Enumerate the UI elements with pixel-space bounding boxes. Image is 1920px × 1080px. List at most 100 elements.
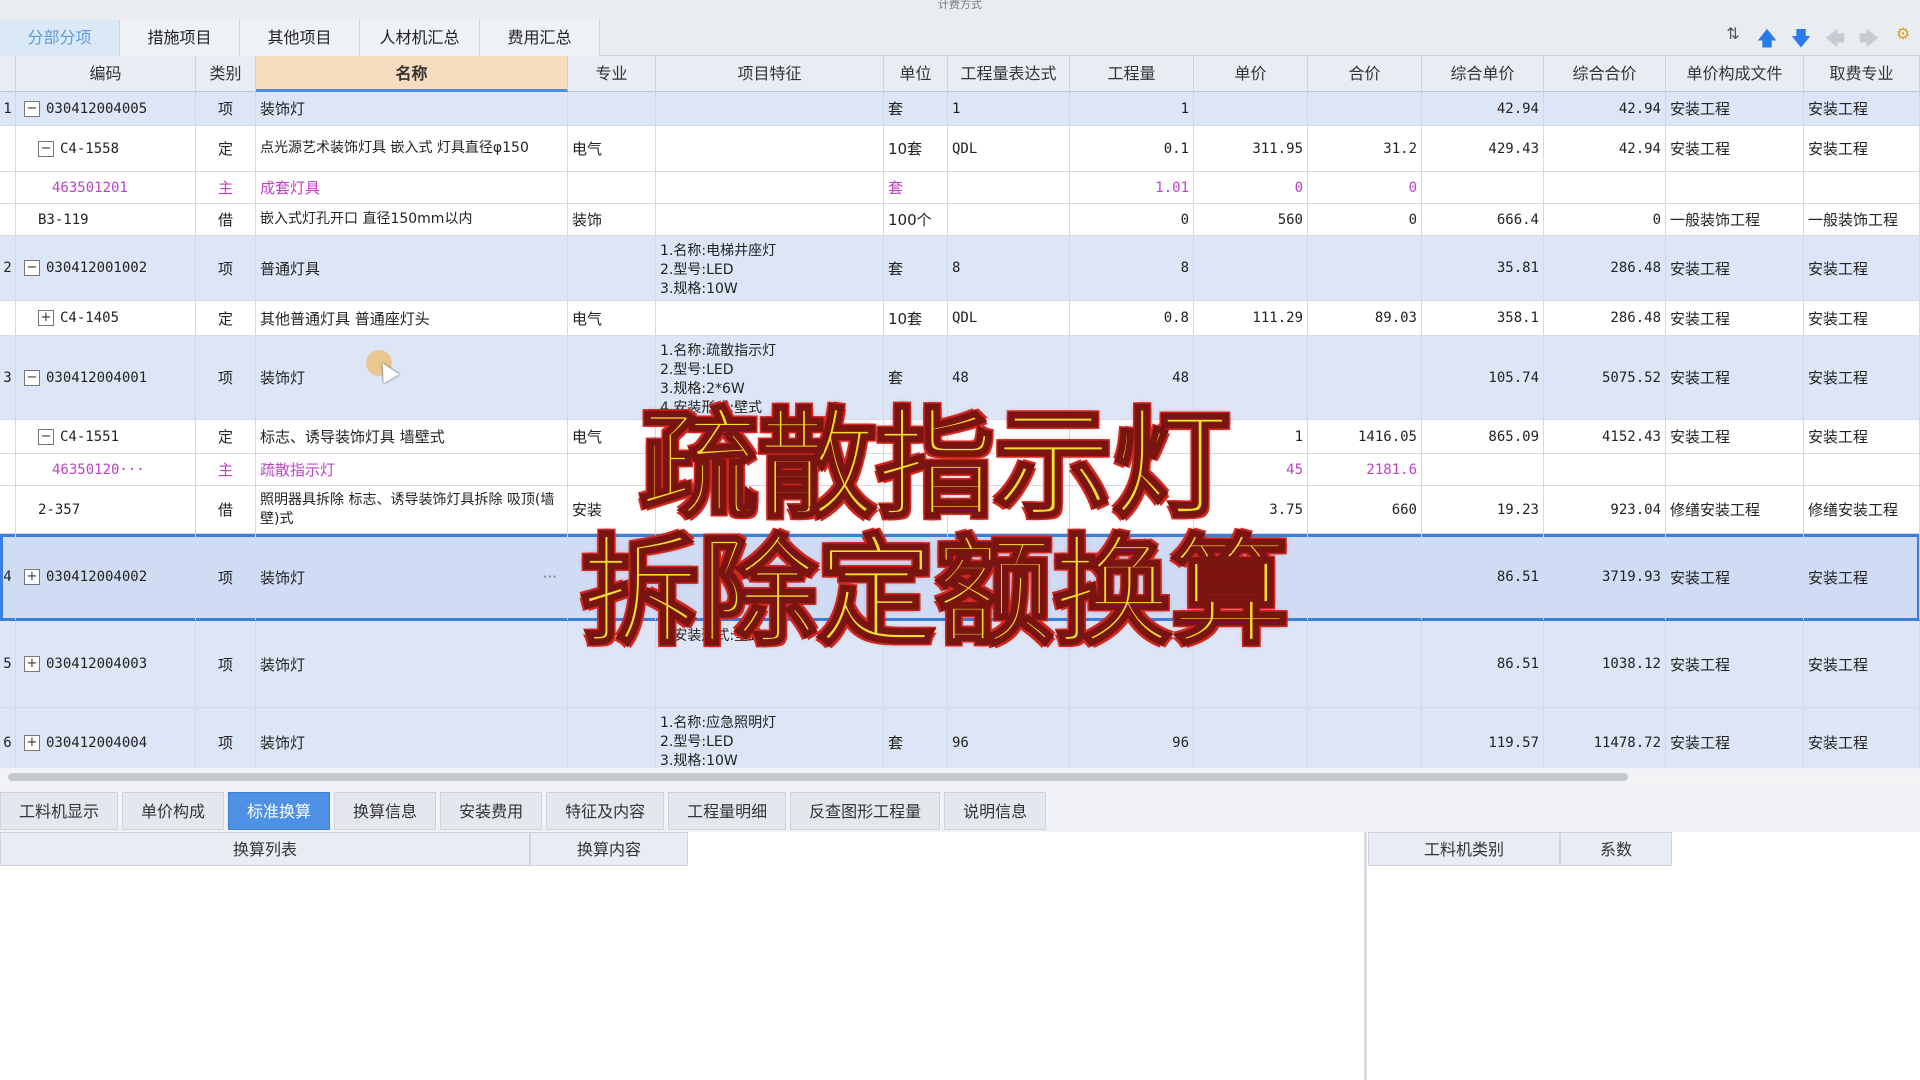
tab-cuoshi[interactable]: 措施项目 xyxy=(120,20,240,56)
qty-cell[interactable]: 0 xyxy=(1070,204,1194,235)
type-cell[interactable]: 项 xyxy=(196,236,256,300)
move-down-icon[interactable]: 🡇 xyxy=(1790,24,1812,58)
fee-cell[interactable] xyxy=(1804,454,1920,485)
unit-price-cell[interactable]: 86.51 xyxy=(1422,534,1544,620)
fee-cell[interactable] xyxy=(1804,172,1920,203)
table-row[interactable]: − C4-1558 定点光源艺术装饰灯具 嵌入式 灯具直径φ150 电气 10套 QDL 0… xyxy=(0,126,1920,172)
price-cell[interactable]: 560 xyxy=(1194,204,1308,235)
tab-gongliaoji[interactable]: 工料机显示 xyxy=(0,792,119,830)
file-cell[interactable]: 安装工程 xyxy=(1666,420,1804,453)
price-cell[interactable] xyxy=(1194,708,1308,768)
unit-cell[interactable]: 10套 xyxy=(884,126,948,171)
unit-price-cell[interactable] xyxy=(1422,454,1544,485)
fee-cell[interactable]: 修缮安装工程 xyxy=(1804,486,1920,533)
major-cell[interactable]: 电气 xyxy=(568,301,656,335)
unit-total-cell[interactable]: 42.94 xyxy=(1544,126,1666,171)
tab-qita[interactable]: 其他项目 xyxy=(240,20,360,56)
major-cell[interactable] xyxy=(568,172,656,203)
type-cell[interactable]: 项 xyxy=(196,708,256,768)
tab-fenbu[interactable]: 分部分项 xyxy=(0,20,120,56)
tab-gongchengliang-mingxi[interactable]: 工程量明细 xyxy=(668,792,787,830)
back-icon[interactable]: 🡄 xyxy=(1824,24,1846,58)
expr-cell[interactable]: 96 xyxy=(948,708,1070,768)
unit-total-cell[interactable]: 286.48 xyxy=(1544,301,1666,335)
price-cell[interactable] xyxy=(1194,236,1308,300)
column-header-expr[interactable]: 工程量表达式 xyxy=(948,56,1070,92)
total-cell[interactable]: 0 xyxy=(1308,172,1422,203)
name-cell[interactable]: 成套灯具 xyxy=(256,172,568,203)
total-cell[interactable] xyxy=(1308,92,1422,125)
feature-cell[interactable]: 1.名称:电梯井座灯 2.型号:LED 3.规格:10W xyxy=(656,236,884,300)
total-cell[interactable] xyxy=(1308,708,1422,768)
scrollbar-thumb[interactable] xyxy=(8,773,1628,781)
type-cell[interactable]: 项 xyxy=(196,336,256,419)
expr-cell[interactable]: QDL xyxy=(948,126,1070,171)
column-header-name[interactable]: 名称 xyxy=(256,56,568,92)
fee-cell[interactable]: 安装工程 xyxy=(1804,534,1920,620)
unit-price-cell[interactable]: 119.57 xyxy=(1422,708,1544,768)
code-cell[interactable]: − C4-1551 xyxy=(16,420,196,453)
panel-divider[interactable] xyxy=(1364,832,1367,1080)
table-row[interactable]: 463501201 主成套灯具套 1.01 0 0 xyxy=(0,172,1920,204)
unit-total-cell[interactable]: 0 xyxy=(1544,204,1666,235)
file-cell[interactable]: 修缮安装工程 xyxy=(1666,486,1804,533)
major-cell[interactable] xyxy=(568,92,656,125)
file-cell[interactable]: 一般装饰工程 xyxy=(1666,204,1804,235)
unit-price-cell[interactable]: 429.43 xyxy=(1422,126,1544,171)
qty-cell[interactable]: 0.1 xyxy=(1070,126,1194,171)
qty-cell[interactable]: 1.01 xyxy=(1070,172,1194,203)
unit-total-cell[interactable]: 3719.93 xyxy=(1544,534,1666,620)
unit-cell[interactable]: 套 xyxy=(884,708,948,768)
column-header-price[interactable]: 单价 xyxy=(1194,56,1308,92)
code-cell[interactable]: 46350120··· xyxy=(16,454,196,485)
collapse-icon[interactable]: − xyxy=(24,100,40,117)
column-header-file[interactable]: 单价构成文件 xyxy=(1666,56,1804,92)
unit-cell[interactable]: 套 xyxy=(884,92,948,125)
table-row[interactable]: + C4-1405 定其他普通灯具 普通座灯头 电气 10套 QDL 0.8 111.29 89… xyxy=(0,301,1920,336)
unit-price-cell[interactable]: 86.51 xyxy=(1422,621,1544,707)
table-row[interactable]: B3-119 借嵌入式灯孔开口 直径150mm以内 装饰 100个 0 560 0 666.4… xyxy=(0,204,1920,236)
name-cell[interactable]: 装饰灯 xyxy=(256,708,568,768)
file-cell[interactable]: 安装工程 xyxy=(1666,534,1804,620)
type-cell[interactable]: 借 xyxy=(196,486,256,533)
type-cell[interactable]: 项 xyxy=(196,92,256,125)
unit-total-cell[interactable]: 923.04 xyxy=(1544,486,1666,533)
fee-cell[interactable]: 安装工程 xyxy=(1804,708,1920,768)
expand-icon[interactable]: + xyxy=(24,734,40,751)
column-header-major[interactable]: 专业 xyxy=(568,56,656,92)
sort-icon[interactable]: ⇅ xyxy=(1722,24,1744,58)
unit-total-cell[interactable]: 286.48 xyxy=(1544,236,1666,300)
unit-cell[interactable]: 100个 xyxy=(884,204,948,235)
tab-rencaiji[interactable]: 人材机汇总 xyxy=(360,20,480,56)
column-header-total[interactable]: 合价 xyxy=(1308,56,1422,92)
code-cell[interactable]: −030412001002 xyxy=(16,236,196,300)
qty-cell[interactable]: 1 xyxy=(1070,92,1194,125)
file-cell[interactable]: 安装工程 xyxy=(1666,236,1804,300)
collapse-icon[interactable]: − xyxy=(24,260,40,276)
fee-cell[interactable]: 安装工程 xyxy=(1804,420,1920,453)
type-cell[interactable]: 定 xyxy=(196,420,256,453)
table-row[interactable]: 6 +030412004004 项装饰灯 1.名称:应急照明灯 2.型号:LED 3.… xyxy=(0,708,1920,768)
fee-cell[interactable]: 安装工程 xyxy=(1804,621,1920,707)
fee-cell[interactable]: 安装工程 xyxy=(1804,236,1920,300)
total-cell[interactable]: 0 xyxy=(1308,204,1422,235)
column-header-unit-price[interactable]: 综合单价 xyxy=(1422,56,1544,92)
column-header-unit[interactable]: 单位 xyxy=(884,56,948,92)
file-cell[interactable] xyxy=(1666,172,1804,203)
unit-total-cell[interactable]: 42.94 xyxy=(1544,92,1666,125)
name-cell[interactable]: 装饰灯 xyxy=(256,92,568,125)
unit-price-cell[interactable]: 19.23 xyxy=(1422,486,1544,533)
column-header-code[interactable]: 编码 xyxy=(16,56,196,92)
unit-cell[interactable]: 10套 xyxy=(884,301,948,335)
price-cell[interactable]: 111.29 xyxy=(1194,301,1308,335)
code-cell[interactable]: B3-119 xyxy=(16,204,196,235)
move-up-icon[interactable]: 🡅 xyxy=(1756,24,1778,58)
settings-icon[interactable]: ⚙ xyxy=(1892,24,1914,58)
major-cell[interactable]: 电气 xyxy=(568,126,656,171)
horizontal-scrollbar[interactable] xyxy=(0,770,1920,784)
name-cell[interactable]: 普通灯具 xyxy=(256,236,568,300)
name-cell[interactable]: 点光源艺术装饰灯具 嵌入式 灯具直径φ150 xyxy=(256,126,568,171)
code-cell[interactable]: 2-357 xyxy=(16,486,196,533)
tab-danjia-goucheng[interactable]: 单价构成 xyxy=(122,792,225,830)
type-cell[interactable]: 主 xyxy=(196,454,256,485)
